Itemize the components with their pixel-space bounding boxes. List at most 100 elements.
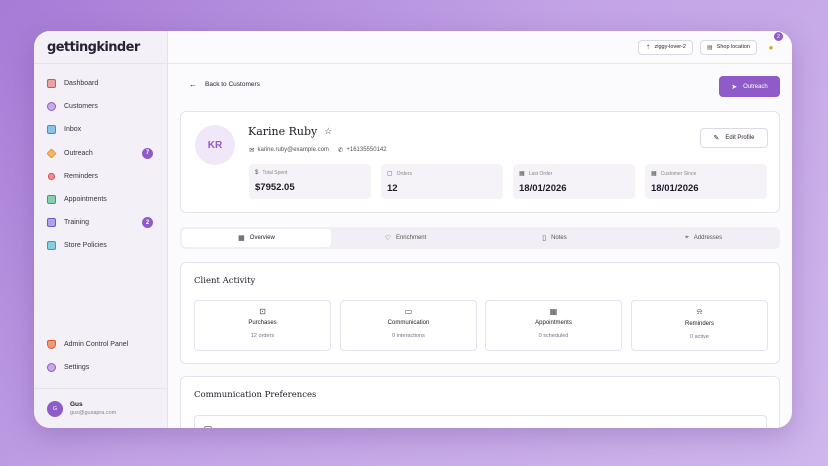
shop-location-button[interactable]: ▤ Shop location — [699, 39, 757, 55]
sidebar-item-appointments[interactable]: Appointments — [34, 188, 167, 211]
sidebar-nav: Dashboard Customers Inbox Outreach 7 Rem… — [34, 64, 167, 258]
customer-email[interactable]: karine.ruby@example.com — [257, 147, 328, 153]
stat-value: 18/01/2026 — [519, 183, 567, 194]
note-icon: ▯ — [542, 235, 547, 242]
gear-icon — [47, 363, 56, 373]
tab-notes[interactable]: ▯ Notes — [480, 229, 629, 247]
sidebar-item-label: Settings — [64, 364, 90, 372]
back-to-customers-link[interactable]: ← Back to Customers — [189, 80, 260, 89]
activity-title: Appointments — [535, 320, 572, 326]
tab-label: Overview — [249, 235, 275, 241]
notification-count: 2 — [773, 31, 784, 42]
notifications-button[interactable]: ● 2 — [764, 31, 784, 54]
activity-title: Communication — [387, 320, 430, 326]
activity-title: Purchases — [248, 320, 277, 326]
sidebar-item-label: Appointments — [64, 196, 107, 204]
bell-icon: ⍾ — [696, 307, 703, 316]
stat-total-spent: $ Total Spent $7952.05 — [249, 164, 371, 199]
users-icon — [47, 102, 56, 112]
activity-sub: 0 active — [690, 334, 709, 340]
section-title: Client Activity — [194, 276, 256, 286]
sidebar-item-label: Outreach — [64, 149, 93, 157]
sidebar-item-label: Store Policies — [64, 242, 107, 250]
activity-title: Reminders — [684, 321, 714, 327]
edit-profile-label: Edit Profile — [725, 135, 755, 141]
activity-purchases[interactable]: ⊡ Purchases 12 orders — [194, 300, 331, 351]
star-icon[interactable]: ☆ — [324, 127, 332, 137]
dollar-icon: $ — [255, 170, 259, 176]
user-switch-button[interactable]: ⇡ ziggy-lover-2 — [638, 39, 693, 55]
mail-icon: ✉ — [249, 147, 255, 154]
tab-overview[interactable]: ▦ Overview — [182, 229, 331, 247]
phone-icon: ✆ — [337, 147, 344, 154]
sidebar-item-outreach[interactable]: Outreach 7 — [34, 142, 167, 165]
edit-icon: ✎ — [713, 135, 720, 142]
calendar-icon: ▦ — [519, 171, 525, 177]
calendar-icon: ▦ — [651, 171, 657, 177]
tab-label: Enrichment — [395, 235, 427, 241]
user-name: Gus — [70, 401, 83, 408]
customer-name-text: Karine Ruby — [248, 125, 318, 138]
calendar-icon: ▦ — [549, 307, 558, 316]
outreach-button[interactable]: ➤ Outreach — [719, 76, 780, 97]
sidebar-item-label: Dashboard — [64, 80, 99, 88]
sidebar-item-settings[interactable]: Settings — [34, 356, 167, 379]
customer-name: Karine Ruby ☆ — [248, 125, 332, 138]
bell-icon: ● — [768, 42, 774, 52]
sidebar-bottom: Admin Control Panel Settings — [34, 333, 167, 379]
stat-label: Orders — [396, 170, 412, 177]
outreach-badge: 7 — [142, 147, 153, 159]
mail-icon — [47, 125, 56, 135]
sidebar-item-training[interactable]: Training 2 — [34, 211, 167, 234]
activity-sub: 0 interactions — [392, 333, 425, 339]
shield-icon — [47, 340, 56, 350]
bell-icon — [47, 172, 56, 180]
preference-row[interactable] — [194, 415, 767, 428]
stat-customer-since: ▦ Customer Since 18/01/2026 — [645, 164, 767, 199]
checkbox[interactable] — [204, 426, 212, 428]
activity-communication[interactable]: ▭ Communication 0 interactions — [340, 300, 477, 351]
box-icon: ▢ — [387, 171, 393, 177]
avatar: G — [47, 400, 63, 417]
stat-value: 18/01/2026 — [651, 183, 699, 194]
sidebar-item-customers[interactable]: Customers — [34, 95, 167, 118]
grid-icon: ▦ — [238, 235, 245, 242]
profile-card: KR Karine Ruby ☆ ✉ karine.ruby@example.c… — [180, 111, 780, 213]
tab-enrichment[interactable]: ♡ Enrichment — [331, 229, 480, 247]
app-window: gettingkinder Dashboard Customers Inbox … — [34, 31, 792, 428]
activity-reminders[interactable]: ⍾ Reminders 0 active — [631, 300, 768, 351]
sidebar-item-admin-control-panel[interactable]: Admin Control Panel — [34, 333, 167, 356]
user-email: gus@gusapra.com — [70, 410, 117, 416]
store-icon: ▤ — [706, 44, 713, 51]
graduation-icon — [47, 218, 56, 228]
arrow-left-icon: ← — [189, 80, 197, 89]
sidebar-item-reminders[interactable]: Reminders — [34, 165, 167, 188]
activity-sub: 12 orders — [250, 333, 275, 339]
book-icon — [47, 241, 56, 251]
calendar-icon — [47, 195, 56, 205]
sidebar-item-store-policies[interactable]: Store Policies — [34, 234, 167, 257]
sidebar-item-label: Reminders — [64, 172, 98, 180]
brand-logo[interactable]: gettingkinder — [34, 31, 167, 64]
home-icon — [47, 79, 56, 89]
chat-icon: ▭ — [404, 307, 413, 316]
sidebar-item-inbox[interactable]: Inbox — [34, 118, 167, 141]
profile-tabs: ▦ Overview ♡ Enrichment ▯ Notes ⌖ Addresses — [180, 227, 780, 249]
customer-phone[interactable]: +16135550142 — [346, 147, 386, 153]
training-badge: 2 — [142, 217, 153, 229]
topbar: ⇡ ziggy-lover-2 ▤ Shop location ● 2 — [168, 31, 792, 64]
sidebar-item-dashboard[interactable]: Dashboard — [34, 72, 167, 95]
tab-addresses[interactable]: ⌖ Addresses — [629, 229, 778, 247]
edit-profile-button[interactable]: ✎ Edit Profile — [700, 128, 768, 148]
stat-last-order: ▦ Last Order 18/01/2026 — [513, 164, 635, 199]
heart-icon: ♡ — [384, 235, 391, 242]
user-switch-label: ziggy-lover-2 — [654, 44, 686, 50]
tab-label: Notes — [551, 235, 567, 241]
stat-value: 12 — [387, 183, 398, 194]
stat-label: Total Spent — [262, 170, 288, 176]
user-profile[interactable]: G Gus gus@gusapra.com — [34, 388, 167, 428]
send-icon: ➤ — [731, 83, 738, 91]
activity-appointments[interactable]: ▦ Appointments 0 scheduled — [485, 300, 622, 351]
back-label: Back to Customers — [205, 81, 260, 88]
shop-location-label: Shop location — [716, 44, 750, 50]
